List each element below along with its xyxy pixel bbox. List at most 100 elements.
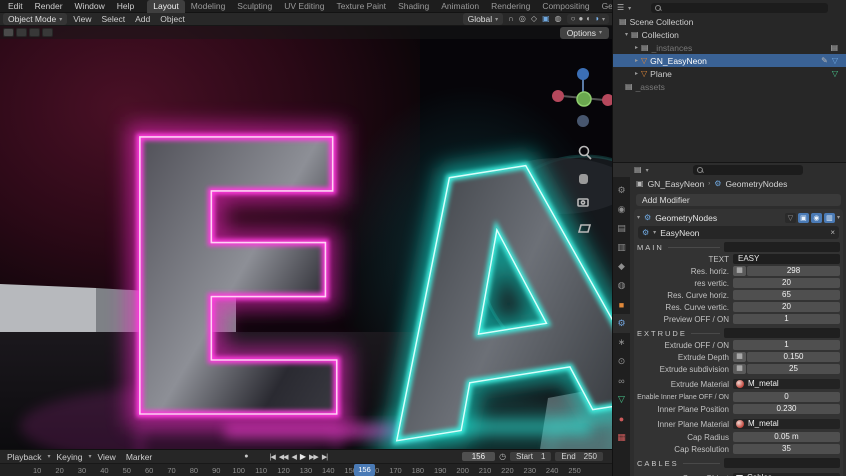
menu-render[interactable]: Render	[30, 1, 68, 11]
modifier-name[interactable]: GeometryNodes	[655, 213, 781, 223]
breadcrumb-object[interactable]: GN_EasyNeon	[648, 179, 705, 189]
record-icon[interactable]: ●	[244, 453, 247, 460]
outliner-row-collection[interactable]: ▾ ▤ Collection	[613, 28, 846, 41]
xray-toggle-icon[interactable]: ◍	[555, 15, 562, 23]
shading-solid-icon[interactable]: ●	[578, 15, 583, 23]
viewport-3d[interactable]: E E E E A A A A E A	[0, 26, 612, 449]
properties-tab-modifiers-icon[interactable]: ⚙	[613, 314, 630, 333]
menu-view-timeline[interactable]: View	[94, 452, 120, 462]
properties-search-input[interactable]	[693, 165, 803, 175]
menu-keying[interactable]: Keying	[53, 452, 87, 462]
next-keyframe-icon[interactable]: ▶▶	[309, 453, 318, 461]
properties-tab-output-icon[interactable]: ▤	[613, 219, 630, 238]
options-button[interactable]: Options ▾	[560, 27, 609, 39]
menu-edit[interactable]: Edit	[3, 1, 28, 11]
modifier-nodes-icon[interactable]: ▽	[785, 213, 796, 223]
unlink-icon[interactable]: ×	[830, 229, 835, 237]
select-mode-intersect-icon[interactable]	[42, 28, 53, 37]
tab-layout[interactable]: Layout	[147, 0, 185, 13]
cap-resolution-input[interactable]: 35	[733, 444, 840, 454]
tab-compositing[interactable]: Compositing	[536, 0, 595, 13]
section-cables[interactable]: CABLES	[637, 457, 840, 469]
properties-tab-render-icon[interactable]: ◉	[613, 200, 630, 219]
shading-wireframe-icon[interactable]: ○	[571, 15, 576, 23]
properties-tab-constraints-icon[interactable]: ∞	[613, 371, 630, 390]
gizmos-toggle-icon[interactable]: ◇	[531, 15, 537, 23]
tab-rendering[interactable]: Rendering	[485, 0, 536, 13]
menu-object[interactable]: Object	[156, 14, 189, 24]
modifier-extras-icon[interactable]: ▾	[837, 214, 840, 221]
current-frame-field[interactable]: 156	[462, 452, 495, 461]
start-frame-field[interactable]: Start 1	[510, 452, 551, 461]
properties-tab-particles-icon[interactable]: ∗	[613, 333, 630, 352]
filter-icon[interactable]: ☰	[617, 4, 624, 12]
previous-keyframe-icon[interactable]: ◀◀	[279, 453, 288, 461]
menu-window[interactable]: Window	[70, 1, 110, 11]
jump-to-end-icon[interactable]: ▶|	[322, 453, 327, 461]
shading-rendered-icon[interactable]: ◑	[594, 15, 599, 23]
properties-tab-material-icon[interactable]: ●	[613, 409, 630, 428]
outliner-row-scene-collection[interactable]: ▤ Scene Collection	[613, 15, 846, 28]
menu-help[interactable]: Help	[112, 1, 139, 11]
play-icon[interactable]: ▶	[300, 452, 305, 461]
extrude-material-selector[interactable]: M_metal	[733, 379, 840, 389]
properties-tab-data-icon[interactable]: ▽	[613, 390, 630, 409]
menu-view[interactable]: View	[69, 14, 95, 24]
properties-tab-texture-icon[interactable]: ▦	[613, 428, 630, 447]
arrow-right-icon[interactable]: ▸	[635, 70, 638, 77]
mode-selector[interactable]: Object Mode ▾	[3, 13, 67, 25]
add-modifier-button[interactable]: Add Modifier	[636, 194, 841, 206]
section-extrude[interactable]: EXTRUDE	[637, 327, 840, 339]
properties-tab-scene-icon[interactable]: ◆	[613, 257, 630, 276]
extrude-subdivision-input[interactable]: 25	[747, 364, 840, 374]
tab-texture-paint[interactable]: Texture Paint	[330, 0, 392, 13]
preview-toggle-input[interactable]: 1	[733, 314, 840, 324]
outliner-row-assets[interactable]: ▤ _assets	[613, 80, 846, 93]
menu-add[interactable]: Add	[131, 14, 154, 24]
select-mode-extend-icon[interactable]	[16, 28, 27, 37]
outliner-row-plane[interactable]: ▸ ▽ Plane ▽	[613, 67, 846, 80]
expand-arrow-icon[interactable]: ▾	[637, 214, 640, 221]
res-horiz-input[interactable]: 298	[747, 266, 840, 276]
tab-shading[interactable]: Shading	[392, 0, 435, 13]
snap-magnet-icon[interactable]: ∩	[508, 15, 514, 23]
end-frame-field[interactable]: End 250	[555, 452, 603, 461]
inner-plane-position-input[interactable]: 0.230	[733, 404, 840, 414]
res-vertic-input[interactable]: 20	[733, 278, 840, 288]
exclude-collection-icon[interactable]: ▤	[830, 44, 838, 52]
section-main[interactable]: MAIN	[637, 241, 840, 253]
play-reverse-icon[interactable]: ◀	[291, 453, 295, 461]
select-mode-new-icon[interactable]	[3, 28, 14, 37]
menu-marker[interactable]: Marker	[122, 452, 156, 462]
properties-tab-object-icon[interactable]: ■	[613, 295, 630, 314]
node-group-selector[interactable]: ⚙ ▾ EasyNeon ×	[638, 226, 839, 239]
outliner-row-gn-easyneon[interactable]: ▸ ▽ GN_EasyNeon ✎ ▽	[613, 54, 846, 67]
shading-material-icon[interactable]: ◐	[586, 15, 591, 23]
tab-uv-editing[interactable]: UV Editing	[278, 0, 330, 13]
menu-playback[interactable]: Playback	[3, 452, 46, 462]
editor-type-icon[interactable]: ▤	[634, 166, 642, 174]
res-curve-vertic-input[interactable]: 20	[733, 302, 840, 312]
cap-radius-input[interactable]: 0.05 m	[733, 432, 840, 442]
outliner-search-input[interactable]	[651, 3, 828, 13]
tab-modeling[interactable]: Modeling	[185, 0, 232, 13]
arrow-right-icon[interactable]: ▸	[635, 57, 638, 64]
extrude-toggle-input[interactable]: 1	[733, 340, 840, 350]
menu-select[interactable]: Select	[98, 14, 130, 24]
modifier-realtime-toggle-icon[interactable]: ◉	[811, 213, 822, 223]
modifier-panel-header[interactable]: ▾ ⚙ GeometryNodes ▽ ▣ ◉ ▥ ▾	[637, 211, 840, 224]
proportional-edit-icon[interactable]: ◎	[519, 15, 526, 23]
arrow-right-icon[interactable]: ▸	[635, 44, 638, 51]
attribute-toggle-icon[interactable]: ▦	[733, 364, 746, 374]
playhead-current-frame[interactable]: 156	[354, 464, 375, 476]
properties-tab-world-icon[interactable]: ◍	[613, 276, 630, 295]
inner-plane-material-selector[interactable]: M_metal	[733, 419, 840, 429]
select-mode-subtract-icon[interactable]	[29, 28, 40, 37]
pan-tool-icon[interactable]	[579, 174, 588, 184]
properties-tab-physics-icon[interactable]: ⊙	[613, 352, 630, 371]
transform-orientation-selector[interactable]: Global ▾	[463, 13, 504, 25]
extrude-depth-input[interactable]: 0.150	[747, 352, 840, 362]
modifier-render-toggle-icon[interactable]: ▥	[824, 213, 835, 223]
overlays-toggle-icon[interactable]: ▣	[542, 15, 550, 23]
properties-tab-viewlayer-icon[interactable]: ▥	[613, 238, 630, 257]
